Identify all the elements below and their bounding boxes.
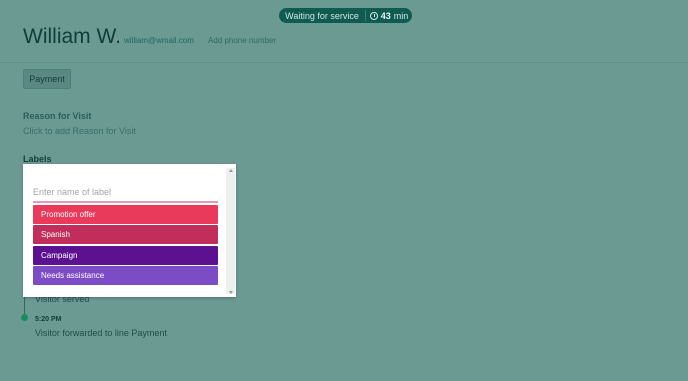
label-search-input[interactable] xyxy=(33,183,218,203)
payment-button[interactable]: Payment xyxy=(23,69,71,89)
wait-time: 43 min xyxy=(366,11,412,21)
visitor-email[interactable]: william@wmail.com xyxy=(124,36,194,45)
status-pill: Waiting for service 43 min xyxy=(279,8,412,23)
visitor-name[interactable]: William W. xyxy=(23,25,121,49)
label-option[interactable]: Spanish xyxy=(33,225,218,244)
visitor-header: Waiting for service 43 min William W. wi… xyxy=(0,0,688,63)
timeline-event: Visitor forwarded to line Payment xyxy=(35,328,167,338)
labels-heading: Labels xyxy=(23,154,52,164)
label-dropdown: Promotion offer Spanish Campaign Needs a… xyxy=(23,164,236,297)
scroll-down-icon[interactable] xyxy=(229,291,233,294)
label-option[interactable]: Promotion offer xyxy=(33,205,218,224)
reason-heading: Reason for Visit xyxy=(23,111,92,121)
clock-icon xyxy=(369,11,378,20)
scroll-up-icon[interactable] xyxy=(229,169,233,172)
timeline-dot xyxy=(21,314,28,321)
dropdown-scrollbar[interactable] xyxy=(226,168,235,294)
label-option[interactable]: Campaign xyxy=(33,246,218,265)
add-phone-link[interactable]: Add phone number xyxy=(208,36,276,45)
wait-time-value: 43 xyxy=(380,10,391,21)
label-option[interactable]: Needs assistance xyxy=(33,266,218,285)
timeline-time: 5:20 PM xyxy=(35,316,62,323)
reason-add-link[interactable]: Click to add Reason for Visit xyxy=(23,126,136,136)
status-text: Waiting for service xyxy=(285,10,359,21)
wait-time-unit: min xyxy=(393,10,409,21)
